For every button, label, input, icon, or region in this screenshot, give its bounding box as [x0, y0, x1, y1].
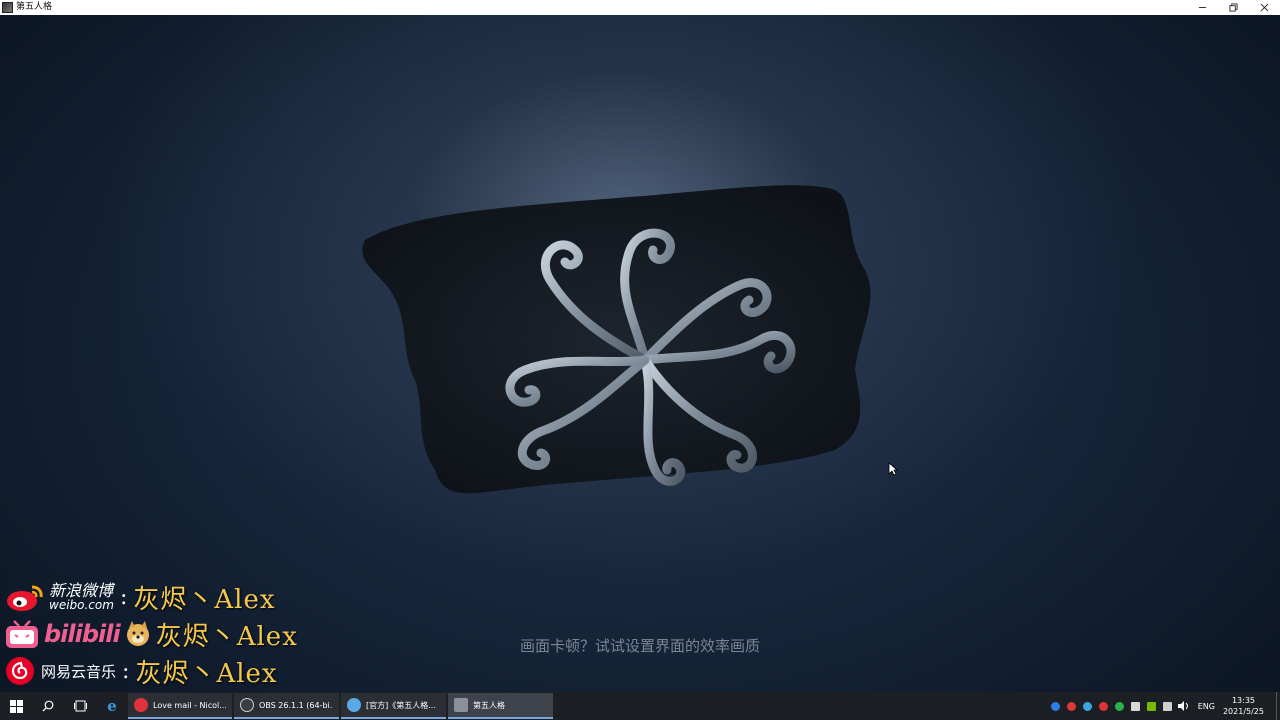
internet-explorer-icon: e	[107, 698, 117, 714]
taskbar-app-label: 第五人格	[473, 700, 505, 710]
start-button[interactable]	[0, 692, 32, 720]
window-titlebar: 第五人格	[0, 0, 1280, 15]
mouse-cursor	[888, 462, 898, 476]
task-view-icon	[73, 700, 87, 712]
bilibili-overlay: bilibili 灰烬丶Alex	[4, 616, 324, 652]
search-button[interactable]	[32, 692, 64, 720]
tray-network-icon[interactable]	[1129, 692, 1143, 720]
close-icon	[1260, 3, 1269, 12]
tray-checkmark-icon[interactable]	[1113, 692, 1127, 720]
bilibili-logo: bilibili	[4, 618, 152, 650]
tray-app-icon[interactable]	[1065, 692, 1079, 720]
system-tray: ENG 13:35 2021/5/25	[1048, 692, 1280, 720]
tray-netease-icon[interactable]	[1097, 692, 1111, 720]
close-button[interactable]	[1249, 0, 1280, 15]
taskbar-app-netease-music[interactable]: Love mail - Nicol...	[128, 693, 232, 719]
clock-time: 13:35	[1231, 696, 1256, 705]
netease-overlay: 网易云音乐 : 灰烬丶Alex	[4, 653, 324, 689]
weibo-logo: 新浪微博 weibo.com	[4, 581, 114, 613]
search-icon	[42, 700, 54, 712]
window-title: 第五人格	[16, 2, 53, 12]
taskbar-app-label: OBS 26.1.1 (64-bi...	[259, 700, 333, 710]
weibo-label: 新浪微博	[49, 581, 114, 600]
streamer-handle: 灰烬丶Alex	[135, 658, 278, 689]
taskbar-app-label: [官方]《第五人格...	[366, 700, 436, 710]
netease-logo: 网易云音乐	[4, 655, 116, 687]
taskbar-app-browser[interactable]: [官方]《第五人格...	[341, 693, 446, 719]
identity-v-app-icon	[454, 698, 468, 712]
minimize-icon	[1198, 7, 1207, 8]
bilibili-tv-icon	[6, 620, 38, 648]
window-controls	[1187, 0, 1280, 15]
speaker-icon	[1178, 701, 1189, 711]
svg-text:e: e	[107, 698, 117, 714]
streamer-handle: 灰烬丶Alex	[133, 584, 276, 615]
browser-icon	[347, 698, 361, 712]
input-language[interactable]: ENG	[1198, 702, 1215, 711]
taskbar-app-label: Love mail - Nicol...	[153, 700, 226, 710]
task-view-button[interactable]	[64, 692, 96, 720]
app-icon	[2, 2, 13, 13]
windows-logo-icon	[9, 699, 23, 713]
tray-monitor-icon[interactable]	[1161, 692, 1175, 720]
windows-taskbar: e Love mail - Nicol... OBS 26.1.1 (64-bi…	[0, 692, 1280, 720]
identity-v-emblem	[362, 185, 871, 494]
netease-music-icon	[6, 657, 34, 685]
weibo-overlay: 新浪微博 weibo.com : 灰烬丶Alex	[4, 579, 324, 615]
tray-network-app-icon[interactable]	[1081, 692, 1095, 720]
edge-browser-button[interactable]: e	[96, 692, 128, 720]
tray-nvidia-icon[interactable]	[1145, 692, 1159, 720]
weibo-url: weibo.com	[49, 598, 114, 612]
streamer-handle: 灰烬丶Alex	[155, 621, 298, 652]
restore-button[interactable]	[1218, 0, 1249, 15]
separator: :	[119, 584, 128, 610]
obs-icon	[240, 698, 254, 712]
netease-label: 网易云音乐	[41, 662, 117, 681]
taskbar-app-obs[interactable]: OBS 26.1.1 (64-bi...	[234, 693, 339, 719]
volume-icon[interactable]	[1177, 692, 1191, 720]
netease-music-icon	[134, 698, 148, 712]
clock-date: 2021/5/25	[1222, 707, 1264, 716]
system-clock[interactable]: 13:35 2021/5/25	[1223, 695, 1264, 717]
separator: :	[122, 658, 130, 684]
show-desktop-button[interactable]	[1276, 692, 1280, 720]
minimize-button[interactable]	[1187, 0, 1218, 15]
tray-shield-icon[interactable]	[1049, 692, 1063, 720]
doge-icon	[126, 621, 149, 646]
bilibili-wordmark: bilibili	[44, 620, 121, 648]
restore-icon	[1229, 3, 1238, 12]
weibo-icon	[7, 585, 43, 611]
taskbar-app-identity-v[interactable]: 第五人格	[448, 693, 553, 719]
